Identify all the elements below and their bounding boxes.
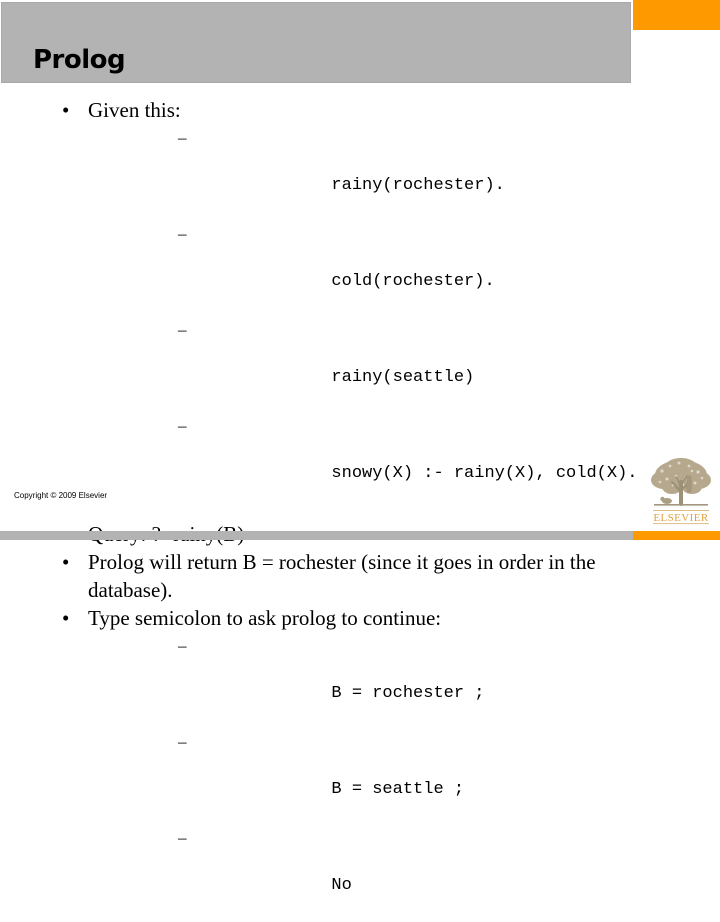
bullet-marker-icon: •	[62, 98, 70, 122]
code-text: cold(rochester).	[331, 272, 495, 291]
slide-root: Prolog • Given this: – rainy(rochester).…	[0, 0, 720, 895]
sub-bullet-list: – B = rochester ; – B = seattle ; – No	[88, 634, 660, 922]
bullet-text: Prolog will return B = rochester (since …	[88, 550, 596, 602]
sub-bullet-marker-icon: –	[178, 416, 187, 435]
code-text: B = rochester ;	[331, 684, 485, 703]
list-item: – cold(rochester).	[88, 222, 660, 318]
elsevier-tree-logo: ELSEVIER	[648, 452, 714, 528]
code-text: No	[331, 876, 352, 895]
list-item: – rainy(rochester).	[88, 126, 660, 222]
sub-bullet-marker-icon: –	[178, 828, 187, 847]
list-item: • Type semicolon to ask prolog to contin…	[0, 604, 660, 922]
bottom-accent-bar	[633, 531, 720, 540]
sub-bullet-marker-icon: –	[178, 320, 187, 339]
code-text: rainy(rochester).	[331, 176, 505, 195]
code-text: B = seattle ;	[331, 780, 465, 799]
code-text: snowy(X) :- rainy(X), cold(X).	[331, 464, 638, 483]
bullet-text: Type semicolon to ask prolog to continue…	[88, 606, 442, 630]
list-item: • Prolog will return B = rochester (sinc…	[0, 548, 660, 604]
list-item: – rainy(seattle)	[88, 318, 660, 414]
bottom-bar-gray	[0, 531, 633, 540]
slide-body: • Given this: – rainy(rochester). – cold…	[0, 96, 660, 922]
sub-bullet-list: – rainy(rochester). – cold(rochester). –…	[88, 126, 660, 510]
page-title: Prolog	[33, 45, 126, 75]
list-item: – B = seattle ;	[88, 730, 660, 826]
sub-bullet-marker-icon: –	[178, 128, 187, 147]
bullet-text: Given this:	[88, 98, 181, 122]
sub-bullet-marker-icon: –	[178, 636, 187, 655]
sub-bullet-marker-icon: –	[178, 732, 187, 751]
bullet-marker-icon: •	[62, 550, 70, 574]
sub-bullet-marker-icon: –	[178, 224, 187, 243]
top-accent-bar	[633, 0, 720, 30]
bullet-list: • Given this: – rainy(rochester). – cold…	[0, 96, 660, 922]
list-item: – No	[88, 826, 660, 922]
copyright-notice: Copyright © 2009 Elsevier	[14, 491, 108, 500]
list-item: – B = rochester ;	[88, 634, 660, 730]
list-item: • Given this: – rainy(rochester). – cold…	[0, 96, 660, 510]
code-text: rainy(seattle)	[331, 368, 475, 387]
elsevier-wordmark: ELSEVIER	[653, 512, 708, 524]
bullet-marker-icon: •	[62, 606, 70, 630]
list-item: – snowy(X) :- rainy(X), cold(X).	[88, 414, 660, 510]
